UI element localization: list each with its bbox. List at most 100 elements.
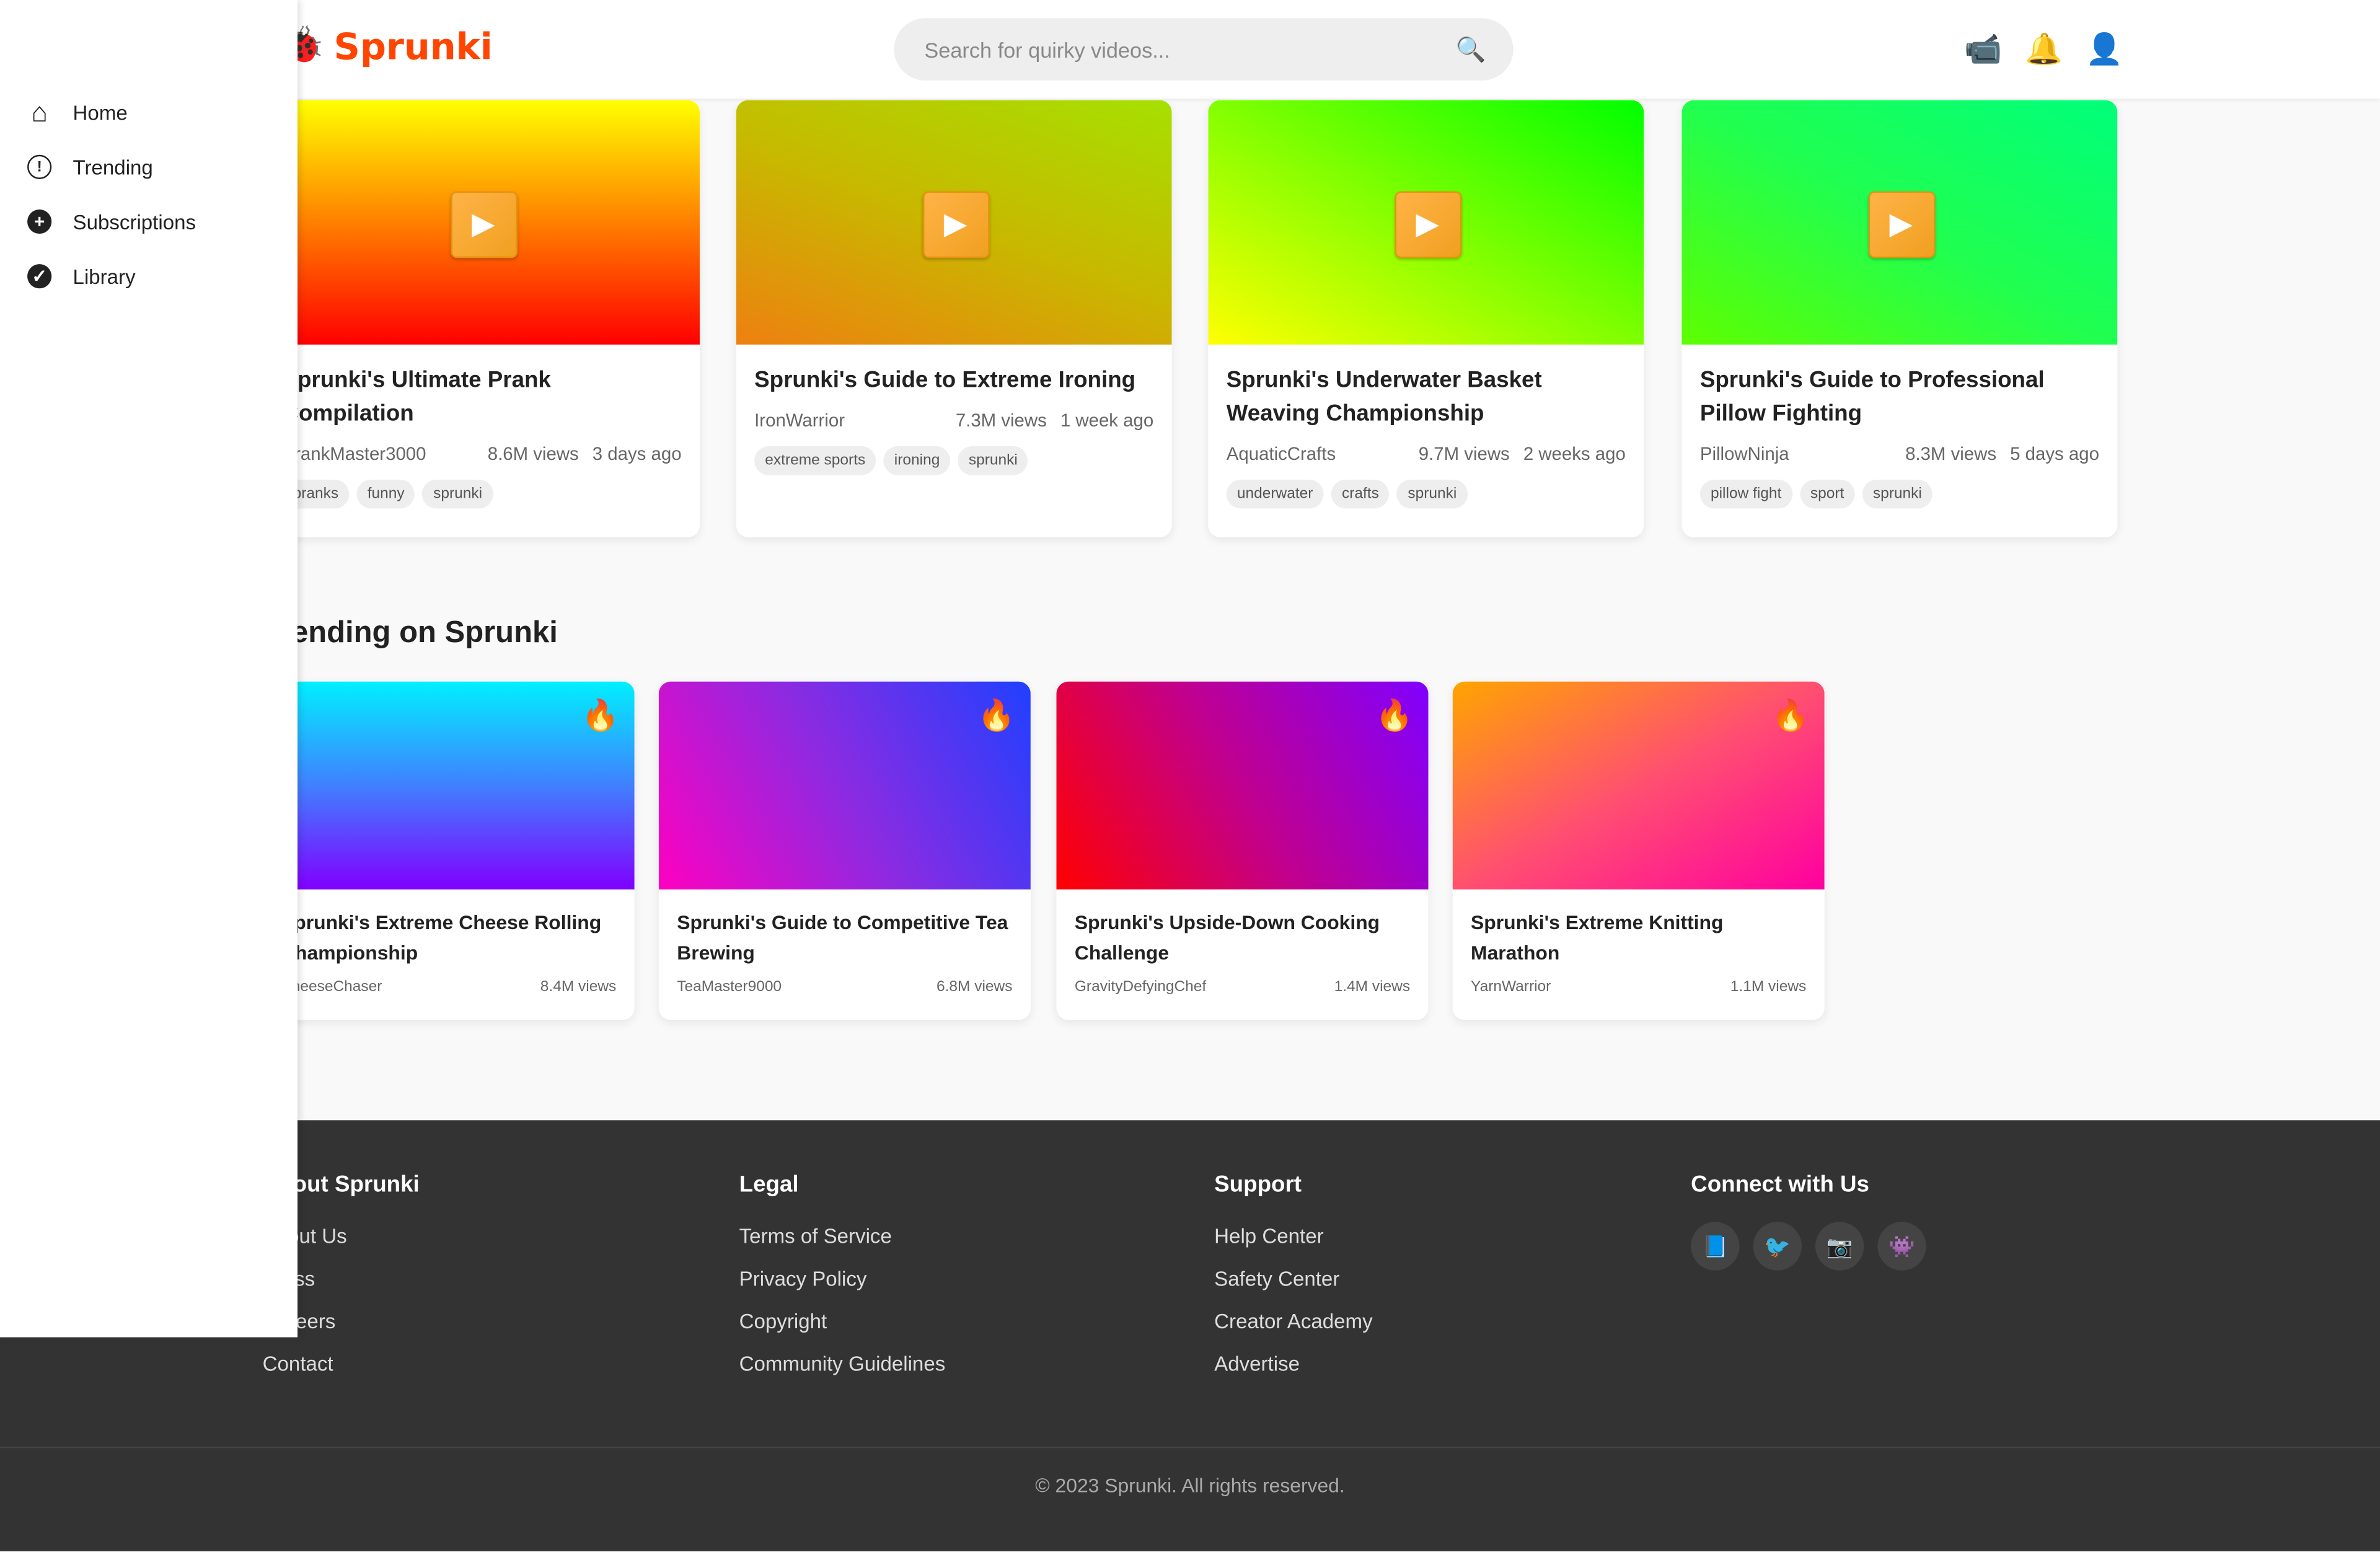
- trending-thumbnail[interactable]: 🔥: [1452, 681, 1825, 890]
- footer-link[interactable]: Safety Center: [1214, 1264, 1372, 1307]
- logo-text: Sprunki: [333, 25, 493, 68]
- play-icon[interactable]: ▶: [450, 190, 517, 258]
- search-bar: 🔍: [894, 18, 1514, 81]
- footer-link[interactable]: Help Center: [1214, 1222, 1372, 1264]
- sidebar: ⌂ Home ! Trending + Subscriptions ✓ Libr…: [0, 0, 298, 1338]
- top-header: 🐞 Sprunki 🔍 📹 🔔 👤: [0, 0, 2380, 99]
- fire-icon: 🔥: [977, 699, 1016, 733]
- trending-card[interactable]: 🔥 Sprunki's Guide to Competitive Tea Bre…: [658, 681, 1031, 1020]
- upload-age: 2 weeks ago: [1523, 443, 1626, 465]
- tag[interactable]: sprunki: [1397, 479, 1468, 509]
- video-title[interactable]: Sprunki's Ultimate Prank Compilation: [283, 364, 682, 431]
- trending-title[interactable]: Sprunki's Extreme Knitting Marathon: [1471, 907, 1806, 968]
- video-title[interactable]: Sprunki's Underwater Basket Weaving Cham…: [1227, 364, 1626, 431]
- tag[interactable]: sport: [1799, 479, 1855, 509]
- video-thumbnail[interactable]: ▶: [1208, 100, 1644, 345]
- tag[interactable]: sprunki: [1862, 479, 1933, 509]
- tag[interactable]: ironing: [883, 446, 951, 475]
- view-count: 8.4M views: [540, 979, 617, 996]
- trending-thumbnail[interactable]: 🔥: [1056, 681, 1429, 890]
- discord-icon[interactable]: 👾: [1877, 1222, 1926, 1271]
- logo[interactable]: 🐞 Sprunki: [280, 24, 493, 68]
- sidebar-item-home[interactable]: ⌂ Home: [0, 85, 298, 139]
- facebook-icon[interactable]: 📘: [1691, 1222, 1740, 1271]
- trending-card[interactable]: 🔥 Sprunki's Upside-Down Cooking Challeng…: [1056, 681, 1429, 1020]
- play-icon[interactable]: ▶: [922, 190, 989, 258]
- footer-link[interactable]: Contact: [263, 1349, 420, 1392]
- footer-link[interactable]: Copyright: [739, 1307, 946, 1350]
- search-input[interactable]: [921, 35, 1456, 63]
- view-count: 8.6M views: [487, 443, 579, 465]
- tag[interactable]: funny: [356, 479, 415, 509]
- home-icon: ⌂: [31, 96, 48, 127]
- channel-name[interactable]: AquaticCrafts: [1227, 443, 1419, 464]
- sidebar-item-trending[interactable]: ! Trending: [0, 139, 298, 194]
- footer-link[interactable]: Terms of Service: [739, 1222, 946, 1264]
- video-title[interactable]: Sprunki's Guide to Professional Pillow F…: [1700, 364, 2099, 431]
- upload-age: 3 days ago: [592, 443, 682, 465]
- tag[interactable]: sprunki: [423, 479, 493, 509]
- footer-column-connect: Connect with Us 📘 🐦 📷 👾: [1691, 1172, 1926, 1271]
- trending-card[interactable]: 🔥 Sprunki's Extreme Cheese Rolling Champ…: [262, 681, 635, 1020]
- tag[interactable]: pillow fight: [1699, 479, 1792, 509]
- footer-heading: Support: [1214, 1171, 1302, 1198]
- trending-thumbnail[interactable]: 🔥: [262, 681, 635, 890]
- view-count: 8.3M views: [1905, 443, 1997, 465]
- user-account-icon[interactable]: 👤: [2086, 30, 2123, 68]
- footer-link[interactable]: Advertise: [1214, 1349, 1372, 1392]
- footer-divider: [0, 1446, 2380, 1448]
- footer-link[interactable]: Privacy Policy: [739, 1264, 946, 1307]
- channel-name[interactable]: IronWarrior: [754, 410, 956, 431]
- video-thumbnail[interactable]: ▶: [736, 100, 1172, 345]
- app-root: 🐞 Sprunki 🔍 📹 🔔 👤 ▶ Sprunki's Ultimate P…: [0, 0, 2380, 1551]
- channel-name[interactable]: YarnWarrior: [1471, 979, 1551, 996]
- footer-heading: Legal: [739, 1171, 799, 1198]
- view-count: 6.8M views: [936, 979, 1013, 996]
- view-count: 7.3M views: [955, 410, 1047, 431]
- social-links: 📘 🐦 📷 👾: [1691, 1222, 1926, 1271]
- channel-name[interactable]: PillowNinja: [1700, 443, 1905, 464]
- tag[interactable]: underwater: [1226, 479, 1324, 509]
- trending-thumbnail[interactable]: 🔥: [658, 681, 1031, 890]
- tag[interactable]: extreme sports: [754, 446, 876, 475]
- trending-card[interactable]: 🔥 Sprunki's Extreme Knitting Marathon Ya…: [1452, 681, 1825, 1020]
- trending-title[interactable]: Sprunki's Guide to Competitive Tea Brewi…: [677, 907, 1012, 968]
- sidebar-item-label: Subscriptions: [73, 210, 196, 233]
- trending-title[interactable]: Sprunki's Upside-Down Cooking Challenge: [1075, 907, 1410, 968]
- header-actions: 📹 🔔 👤: [1964, 30, 2123, 68]
- play-icon[interactable]: ▶: [1867, 190, 1935, 258]
- instagram-icon[interactable]: 📷: [1815, 1222, 1864, 1271]
- video-title[interactable]: Sprunki's Guide to Extreme Ironing: [754, 364, 1153, 398]
- video-card[interactable]: ▶ Sprunki's Underwater Basket Weaving Ch…: [1208, 100, 1644, 537]
- sidebar-item-subscriptions[interactable]: + Subscriptions: [0, 194, 298, 249]
- video-thumbnail[interactable]: ▶: [1681, 100, 2118, 345]
- upload-camera-icon[interactable]: 📹: [1964, 30, 2002, 68]
- upload-age: 5 days ago: [2010, 443, 2099, 465]
- tag-list: pranks funny sprunki: [282, 479, 682, 509]
- video-card[interactable]: ▶ Sprunki's Guide to Extreme Ironing Iro…: [736, 100, 1172, 537]
- footer-link[interactable]: Creator Academy: [1214, 1307, 1372, 1350]
- footer-heading: Connect with Us: [1691, 1171, 1869, 1198]
- video-card[interactable]: ▶ Sprunki's Guide to Professional Pillow…: [1681, 100, 2118, 537]
- channel-name[interactable]: PrankMaster3000: [283, 443, 488, 464]
- channel-name[interactable]: GravityDefyingChef: [1075, 979, 1206, 996]
- tag-list: underwater crafts sprunki: [1226, 479, 1626, 509]
- view-count: 1.1M views: [1730, 979, 1807, 996]
- twitter-icon[interactable]: 🐦: [1753, 1222, 1802, 1271]
- trending-title[interactable]: Sprunki's Extreme Cheese Rolling Champio…: [281, 907, 616, 968]
- video-card[interactable]: ▶ Sprunki's Ultimate Prank Compilation P…: [264, 100, 700, 537]
- sidebar-item-library[interactable]: ✓ Library: [0, 249, 298, 304]
- library-icon: ✓: [27, 264, 52, 289]
- footer-link[interactable]: Community Guidelines: [739, 1349, 946, 1392]
- search-icon[interactable]: 🔍: [1456, 34, 1486, 64]
- tag[interactable]: sprunki: [958, 446, 1028, 475]
- play-icon[interactable]: ▶: [1394, 190, 1461, 258]
- footer-column-legal: Legal Terms of Service Privacy Policy Co…: [739, 1172, 946, 1392]
- tag[interactable]: crafts: [1331, 479, 1390, 509]
- channel-name[interactable]: TeaMaster9000: [677, 979, 782, 996]
- upload-age: 1 week ago: [1060, 410, 1154, 431]
- fire-icon: 🔥: [1375, 699, 1414, 733]
- video-thumbnail[interactable]: ▶: [264, 100, 700, 345]
- fire-icon: 🔥: [581, 699, 620, 733]
- notification-bell-icon[interactable]: 🔔: [2025, 30, 2063, 68]
